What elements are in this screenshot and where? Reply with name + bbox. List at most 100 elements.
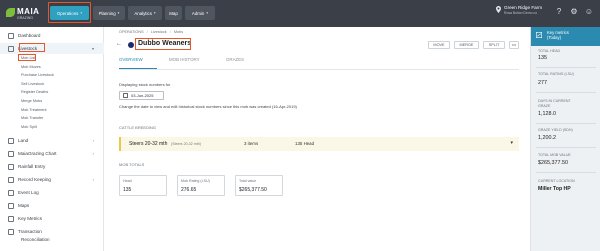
sidebar-sub-purchase[interactable]: Purchase Livestock <box>21 73 54 77</box>
sidebar-item-label: MaiaGrazing Chart <box>18 151 57 156</box>
tab-overview[interactable]: OVERVIEW <box>119 57 143 62</box>
nav-analytics-label: Analytics <box>134 10 152 16</box>
nav-admin-label: Admin <box>191 10 205 16</box>
app-logo[interactable]: MAIA GRAZING <box>6 4 46 22</box>
land-icon <box>8 137 14 144</box>
key-metrics-panel: Key metrics (Today) TOTAL HEAD 135 TOTAL… <box>530 27 600 251</box>
sidebar-item-transaction[interactable]: Transaction <box>0 226 104 237</box>
nav-admin[interactable]: Admin ▾ <box>185 6 215 20</box>
metric-value: 135 <box>538 55 547 61</box>
metric-value: $265,377.50 <box>538 160 568 166</box>
breadcrumb-mobs[interactable]: Mobs <box>174 30 183 34</box>
total-value-label: Total value <box>239 179 257 183</box>
sidebar-sub-transfer[interactable]: Mob Transfer <box>21 116 43 120</box>
map-icon <box>8 202 14 209</box>
merge-button[interactable]: MERGE <box>454 41 479 49</box>
nav-planning[interactable]: Planning ▾ <box>93 6 125 20</box>
highlight-operations <box>48 2 91 23</box>
farm-selector[interactable]: Green Ridge Farm Rosa Bolton Demo co <box>504 5 542 15</box>
event-log-icon <box>8 189 14 196</box>
chevron-down-icon: ▾ <box>117 11 120 15</box>
cattle-row-items: 3 items <box>244 141 259 146</box>
sidebar-item-label: Event Log <box>18 190 39 195</box>
date-input[interactable]: 03-Jun-2025 <box>119 91 164 100</box>
chevron-right-icon: › <box>92 177 94 182</box>
split-button[interactable]: SPLIT <box>483 41 505 49</box>
total-head-card: Head 135 <box>119 175 167 196</box>
sidebar-item-maps[interactable]: Maps <box>0 200 104 211</box>
location-pin-icon <box>496 6 501 13</box>
cattle-row[interactable]: Steers 20-32 mth (Steers 20-32 mth) 3 it… <box>119 137 519 151</box>
metric-label: CURRENT LOCATION <box>538 179 575 183</box>
cattle-row-head-unit: Head <box>303 141 315 146</box>
total-rating-card: Mob Rating (LSU) 276.65 <box>177 175 225 196</box>
sidebar-item-key-metrics[interactable]: Key Metrics <box>0 213 104 224</box>
total-value-value: $265,377.50 <box>239 187 267 193</box>
metric-label-line2: GRAZE <box>538 104 551 108</box>
chevron-down-icon[interactable]: ▾ <box>510 140 513 146</box>
sidebar-sub-merge[interactable]: Merge Mobs <box>21 99 42 103</box>
total-rating-value: 276.65 <box>181 187 197 193</box>
total-rating-label: Mob Rating (LSU) <box>181 179 210 183</box>
breadcrumb-livestock[interactable]: Livestock <box>151 30 167 34</box>
metrics-icon <box>8 215 14 222</box>
metric-value: Miller Top HP <box>538 186 571 192</box>
breadcrumb-operations[interactable]: OPERATIONS <box>119 30 144 34</box>
tab-mob-history[interactable]: MOB HISTORY <box>169 57 200 62</box>
cattle-section-title: CATTLE BREEDING <box>119 125 157 130</box>
sidebar-item-label: Key Metrics <box>18 216 42 221</box>
totals-section-title: MOB TOTALS <box>119 162 145 167</box>
chevron-right-icon: › <box>92 151 94 156</box>
nav-map[interactable]: Map <box>165 6 182 20</box>
sidebar-sub-deaths[interactable]: Register Deaths <box>21 90 48 94</box>
metric-divider <box>536 172 596 173</box>
sidebar-item-label-reconciliation[interactable]: Reconciliation <box>21 237 50 242</box>
breadcrumb: OPERATIONS / Livestock / Mobs <box>119 30 183 34</box>
nav-analytics[interactable]: Analytics ▾ <box>128 6 162 20</box>
mob-color-dot <box>128 42 134 48</box>
sidebar-item-land[interactable]: Land › <box>0 135 104 146</box>
sidebar-item-livestock[interactable]: Livestock ▾ <box>0 43 104 54</box>
livestock-icon <box>8 45 14 52</box>
metric-divider <box>536 67 596 68</box>
sidebar-item-label: Rainfall Entry <box>18 164 46 169</box>
sidebar-item-records[interactable]: Record Keeping › <box>0 174 104 185</box>
records-icon <box>8 176 14 183</box>
sidebar-item-label: Record Keeping <box>18 177 51 182</box>
sidebar-item-rainfall[interactable]: Rainfall Entry <box>0 161 104 172</box>
sidebar-item-label: Maps <box>18 203 30 208</box>
cattle-row-head-count: 135 <box>295 141 303 146</box>
key-metrics-subtitle: (Today) <box>547 35 561 40</box>
sidebar-item-event-log[interactable]: Event Log <box>0 187 104 198</box>
metric-divider <box>536 147 596 148</box>
move-button[interactable]: MOVE <box>428 41 450 49</box>
sidebar-item-chart[interactable]: MaiaGrazing Chart › <box>0 148 104 159</box>
metric-label: GRAZE YIELD (SDH) <box>538 128 573 132</box>
dashboard-icon <box>8 32 14 39</box>
more-button[interactable]: ••• <box>509 41 519 49</box>
sidebar-sub-split[interactable]: Mob Split <box>21 125 37 129</box>
metric-label: TOTAL HEAD <box>538 49 561 53</box>
sidebar-sub-treatment[interactable]: Mob Treatment <box>21 108 47 112</box>
date-value: 03-Jun-2025 <box>131 93 154 98</box>
gear-icon[interactable]: ⚙ <box>569 7 579 17</box>
total-head-value: 135 <box>123 187 132 193</box>
tab-divider <box>119 69 519 70</box>
sidebar-sub-sell[interactable]: Sell Livestock <box>21 82 44 86</box>
metric-value: 1,128.0 <box>538 111 556 117</box>
key-metrics-header[interactable]: Key metrics (Today) <box>531 27 600 46</box>
breadcrumb-separator: / <box>169 30 171 34</box>
sidebar-sub-mob-moves[interactable]: Mob Moves <box>21 65 41 69</box>
metric-label: TOTAL RATING (LSU) <box>538 72 574 76</box>
sidebar-item-label: Dashboard <box>18 33 41 38</box>
change-date-help: Change the date to view and edit histori… <box>119 104 297 109</box>
tab-grazes[interactable]: GRAZES <box>226 57 244 62</box>
back-arrow-icon[interactable]: ← <box>116 41 122 47</box>
help-icon[interactable]: ? <box>554 7 564 17</box>
metric-value: 277 <box>538 80 547 86</box>
sidebar-item-dashboard[interactable]: Dashboard <box>0 30 104 41</box>
breadcrumb-separator: / <box>146 30 148 34</box>
rain-icon <box>8 163 14 170</box>
user-icon[interactable]: ☺ <box>584 7 594 17</box>
top-bar: MAIA GRAZING Operations ▾ Planning ▾ Ana… <box>0 0 600 27</box>
